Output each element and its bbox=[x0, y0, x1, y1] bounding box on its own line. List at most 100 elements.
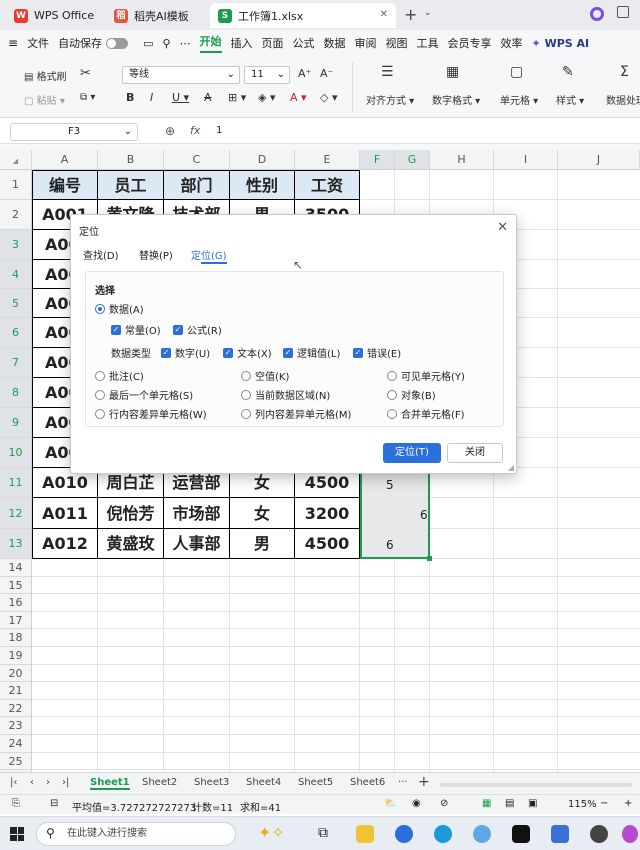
row-header[interactable]: 6 bbox=[0, 318, 32, 348]
table-cell[interactable]: 女 bbox=[230, 498, 295, 529]
row-header[interactable]: 20 bbox=[0, 665, 32, 682]
menu-home[interactable]: 开始 bbox=[199, 33, 222, 53]
checkbox-error[interactable]: ✓ 错误(E) bbox=[353, 345, 401, 360]
tab-docer-template[interactable]: 稻 稻壳AI模板 bbox=[106, 3, 206, 28]
menu-efficiency[interactable]: 效率 bbox=[501, 35, 523, 51]
italic-icon[interactable]: I bbox=[150, 91, 153, 104]
checkbox-logical[interactable]: ✓ 逻辑值(L) bbox=[283, 345, 340, 360]
row-header[interactable]: 11 bbox=[0, 468, 32, 498]
font-name-select[interactable]: 等线 ⌄ bbox=[122, 66, 240, 84]
close-tab-icon[interactable]: ✕ bbox=[380, 9, 388, 20]
style-button[interactable]: 样式 ▾ bbox=[556, 92, 584, 107]
add-sheet-icon[interactable]: + bbox=[418, 774, 430, 790]
close-button[interactable]: 关闭 bbox=[447, 443, 503, 463]
zoom-level[interactable]: 115% bbox=[568, 799, 597, 810]
edge-browser-icon[interactable] bbox=[434, 825, 452, 843]
row-header[interactable]: 21 bbox=[0, 682, 32, 700]
menu-tools[interactable]: 工具 bbox=[417, 35, 439, 51]
format-painter-button[interactable]: ▤ 格式刷 bbox=[24, 68, 67, 83]
header-cell[interactable]: 工资 bbox=[295, 170, 360, 200]
user-app-icon[interactable] bbox=[622, 825, 638, 843]
copilot-sparkle-icon[interactable]: ✦✧ bbox=[258, 823, 285, 842]
normal-view-icon[interactable]: ▦ bbox=[482, 798, 491, 809]
fill-handle[interactable] bbox=[427, 556, 432, 561]
task-view-icon[interactable]: ⧉ bbox=[318, 825, 328, 841]
clear-format-icon[interactable]: ◇ ▾ bbox=[320, 91, 337, 104]
column-header-b[interactable]: B bbox=[98, 150, 164, 170]
radio-current-region[interactable]: 当前数据区域(N) bbox=[241, 387, 330, 402]
macro-icon[interactable]: ⎘ bbox=[12, 798, 20, 809]
formula-input[interactable]: 1 bbox=[216, 125, 222, 136]
copy-icon[interactable]: ⧉ ▾ bbox=[80, 92, 95, 103]
row-header[interactable]: 24 bbox=[0, 735, 32, 753]
table-cell[interactable]: 倪怡芳 bbox=[98, 498, 164, 529]
header-cell[interactable]: 编号 bbox=[32, 170, 98, 200]
cloud-icon[interactable]: ⛅ bbox=[384, 798, 396, 809]
checkbox-text[interactable]: ✓ 文本(X) bbox=[223, 345, 272, 360]
sheet-tab-sheet4[interactable]: Sheet4 bbox=[246, 777, 281, 788]
strikethrough-icon[interactable]: A bbox=[204, 91, 212, 104]
column-header-f[interactable]: F bbox=[360, 150, 395, 170]
menu-data[interactable]: 数据 bbox=[324, 35, 346, 51]
row-header[interactable]: 1 bbox=[0, 170, 32, 200]
row-header[interactable]: 15 bbox=[0, 577, 32, 594]
zoom-search-icon[interactable]: ⊕ bbox=[165, 124, 175, 138]
sheet-tab-sheet6[interactable]: Sheet6 bbox=[350, 777, 385, 788]
row-header[interactable]: 3 bbox=[0, 230, 32, 260]
prev-sheet-icon[interactable]: ‹ bbox=[30, 777, 34, 788]
font-color-icon[interactable]: A ▾ bbox=[290, 91, 307, 104]
table-cell[interactable]: 人事部 bbox=[164, 529, 230, 559]
radio-data[interactable]: 数据(A) bbox=[95, 301, 144, 316]
column-header-a[interactable]: A bbox=[32, 150, 98, 170]
sheet-tab-sheet5[interactable]: Sheet5 bbox=[298, 777, 333, 788]
column-header-d[interactable]: D bbox=[230, 150, 295, 170]
radio-visible-cells[interactable]: 可见单元格(Y) bbox=[387, 368, 465, 383]
app-icon[interactable] bbox=[395, 825, 413, 843]
cut-icon[interactable]: ✂ bbox=[80, 66, 91, 81]
column-header-h[interactable]: H bbox=[430, 150, 494, 170]
row-header[interactable]: 16 bbox=[0, 594, 32, 612]
row-header[interactable]: 17 bbox=[0, 612, 32, 629]
avatar-icon[interactable] bbox=[590, 7, 604, 21]
browser-icon[interactable] bbox=[473, 825, 491, 843]
radio-row-differences[interactable]: 行内容差异单元格(W) bbox=[95, 406, 207, 421]
row-header[interactable]: 5 bbox=[0, 289, 32, 318]
chrome-icon[interactable] bbox=[590, 825, 608, 843]
close-icon[interactable]: ✕ bbox=[497, 220, 508, 235]
border-icon[interactable]: ⊞ ▾ bbox=[228, 91, 246, 104]
row-header[interactable]: 22 bbox=[0, 700, 32, 717]
split-view-icon[interactable]: ⊘ bbox=[440, 798, 448, 809]
restore-window-icon[interactable] bbox=[617, 6, 629, 18]
menu-member[interactable]: 会员专享 bbox=[448, 35, 492, 51]
sheet-tab-sheet3[interactable]: Sheet3 bbox=[194, 777, 229, 788]
row-header[interactable]: 10 bbox=[0, 438, 32, 468]
header-cell[interactable]: 员工 bbox=[98, 170, 164, 200]
media-icon[interactable] bbox=[551, 825, 569, 843]
function-icon[interactable]: fx bbox=[190, 124, 200, 137]
paste-button[interactable]: ▢ 粘贴 ▾ bbox=[24, 92, 65, 107]
horizontal-scrollbar[interactable] bbox=[440, 783, 632, 787]
align-button[interactable]: 对齐方式 ▾ bbox=[366, 92, 414, 107]
windows-start-icon[interactable] bbox=[10, 827, 24, 841]
number-format-button[interactable]: 数字格式 ▾ bbox=[432, 92, 480, 107]
fill-color-icon[interactable]: ◈ ▾ bbox=[258, 91, 275, 104]
tiktok-icon[interactable] bbox=[512, 825, 530, 843]
column-header-g[interactable]: G bbox=[395, 150, 430, 170]
file-explorer-icon[interactable] bbox=[356, 825, 374, 843]
row-header[interactable]: 14 bbox=[0, 559, 32, 577]
last-sheet-icon[interactable]: ›| bbox=[62, 777, 69, 788]
row-header[interactable]: 4 bbox=[0, 260, 32, 289]
tab-wps-office[interactable]: W WPS Office bbox=[6, 3, 104, 28]
chevron-down-icon[interactable]: ⌄ bbox=[424, 8, 432, 18]
column-header-i[interactable]: I bbox=[494, 150, 558, 170]
select-all-corner[interactable]: ◢ bbox=[0, 150, 32, 170]
checkbox-constant[interactable]: ✓ 常量(O) bbox=[111, 322, 161, 337]
zoom-in-icon[interactable]: + bbox=[624, 798, 632, 809]
link-icon[interactable]: ⚲ bbox=[162, 37, 170, 50]
radio-last-cell[interactable]: 最后一个单元格(S) bbox=[95, 387, 193, 402]
table-icon[interactable]: ⊟ bbox=[50, 798, 58, 809]
goto-button[interactable]: 定位(T) bbox=[383, 443, 441, 463]
row-header[interactable]: 12 bbox=[0, 498, 32, 529]
row-header[interactable]: 19 bbox=[0, 647, 32, 665]
new-tab-icon[interactable]: + bbox=[404, 5, 417, 24]
